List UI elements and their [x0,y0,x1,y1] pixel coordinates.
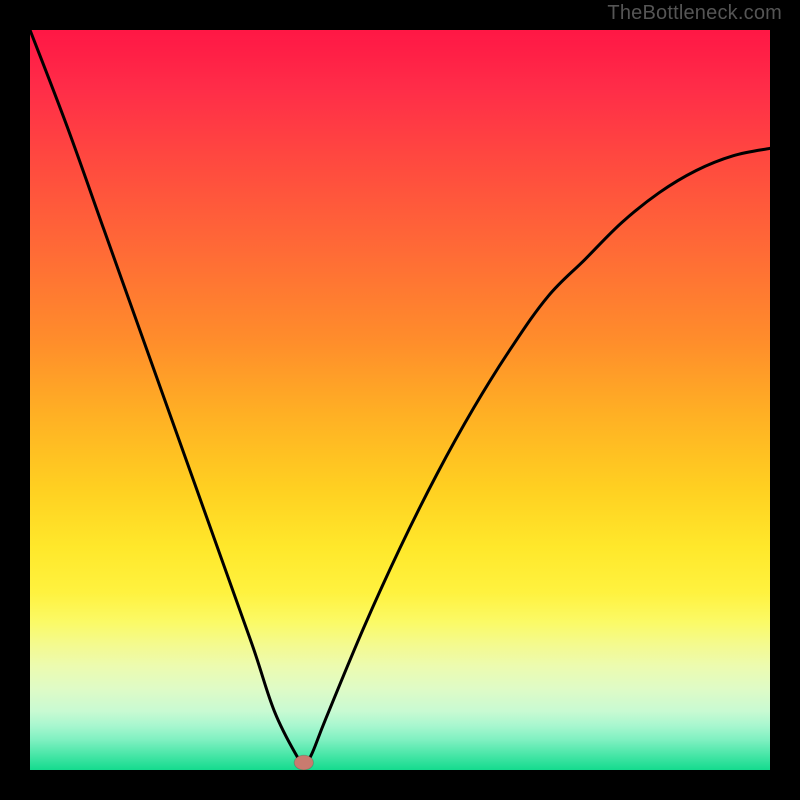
plot-area [30,30,770,770]
chart-frame: TheBottleneck.com [0,0,800,800]
bottleneck-curve [30,30,770,763]
optimal-point-marker [294,755,313,770]
curve-svg [30,30,770,770]
watermark-text: TheBottleneck.com [607,2,782,25]
